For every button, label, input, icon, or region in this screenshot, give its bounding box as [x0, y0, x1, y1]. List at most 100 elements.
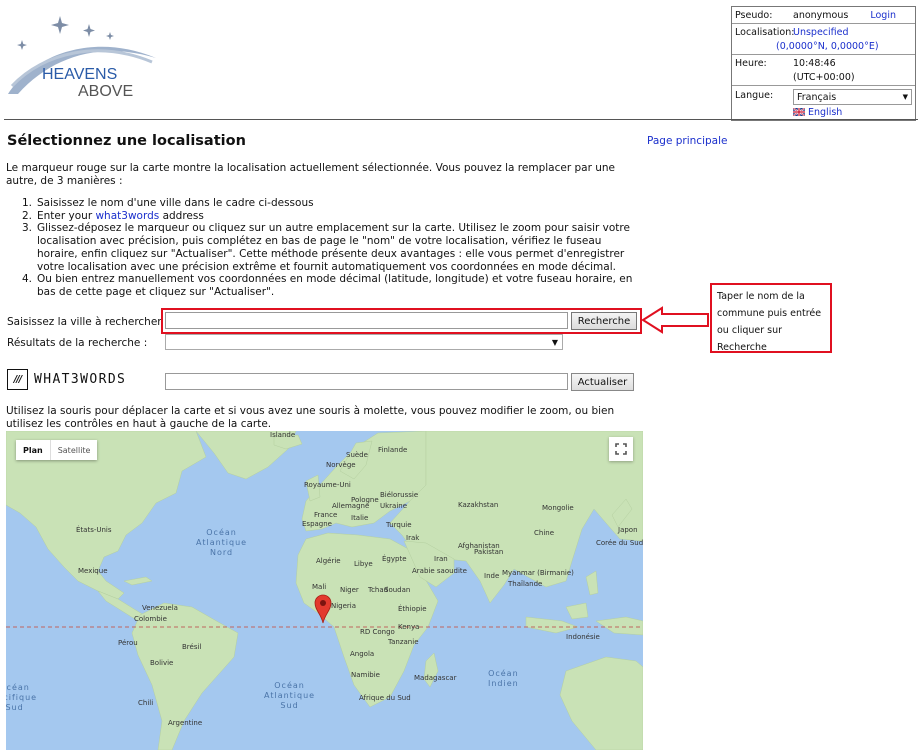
what3words-logo: /// WHAT3WORDS	[7, 369, 126, 390]
map-place-label: France	[314, 511, 338, 519]
pseudo-label: Pseudo:	[735, 10, 773, 21]
what3words-wordmark: WHAT3WORDS	[34, 372, 127, 387]
intro-text: Le marqueur rouge sur la carte montre la…	[6, 162, 616, 187]
map-place-label: Pakistan	[474, 548, 504, 556]
language-label: Langue:	[735, 90, 774, 101]
map-place-label: Chine	[534, 529, 555, 537]
map-place-label: Chili	[138, 699, 154, 707]
update-button[interactable]: Actualiser	[571, 373, 634, 391]
user-info-panel: Pseudo: anonymous Login Localisation: Un…	[731, 6, 916, 121]
heavens-above-logo[interactable]: HEAVENS ABOVE	[4, 14, 164, 104]
methods-list: 1. Saisissez le nom d'une ville dans le …	[22, 197, 644, 299]
map-place-label: Madagascar	[414, 674, 457, 682]
time-label: Heure:	[735, 58, 767, 69]
map-place-label: États-Unis	[76, 526, 112, 534]
map-place-label: Norvège	[326, 461, 356, 469]
home-page-link[interactable]: Page principale	[647, 135, 727, 147]
time-value: 10:48:46	[793, 58, 836, 69]
map-place-label: Nigeria	[331, 602, 357, 610]
map-place-label: Inde	[484, 572, 500, 580]
fullscreen-icon	[615, 443, 627, 455]
map-place-label: Mali	[312, 583, 327, 591]
map-place-label: Niger	[340, 586, 359, 594]
map-place-label: Égypte	[382, 555, 407, 563]
search-results-select[interactable]: ▼	[165, 334, 563, 350]
language-select[interactable]: Français ▼	[793, 89, 912, 105]
map-place-label: Afrique du Sud	[359, 694, 411, 702]
map-place-label: Allemagne	[332, 502, 370, 510]
map-place-label: Biélorussie	[380, 491, 419, 499]
world-map[interactable]: Océan Atlantique Nord Océan Atlantique S…	[6, 431, 643, 750]
map-place-label: Royaume-Uni	[304, 481, 351, 489]
map-place-label: Turquie	[386, 521, 412, 529]
map-place-label: Pérou	[118, 639, 138, 647]
header-divider	[4, 119, 918, 120]
map-place-label: Angola	[350, 650, 375, 658]
map-place-label: Venezuela	[142, 604, 178, 612]
map-place-label: Irak	[406, 534, 420, 542]
map-place-label: Soudan	[384, 586, 411, 594]
page-title: Sélectionnez une localisation	[7, 133, 246, 149]
search-button[interactable]: Recherche	[571, 312, 637, 330]
map-place-label: Mexique	[78, 567, 108, 575]
map-place-label: Colombie	[134, 615, 167, 623]
logo-graphic: HEAVENS ABOVE	[8, 16, 156, 100]
dropdown-arrow-icon: ▼	[551, 337, 558, 347]
callout-arrow-icon	[641, 306, 709, 334]
map-place-label: Iran	[434, 555, 448, 563]
map-place-label: Myanmar (Birmanie)	[502, 569, 574, 577]
what3words-slashes-icon: ///	[7, 369, 28, 390]
map-place-label: RD Congo	[360, 628, 395, 636]
english-language-link[interactable]: English	[793, 106, 842, 119]
star-icon	[106, 32, 114, 40]
help-callout: Taper le nom de la commune puis entrée o…	[710, 283, 832, 353]
map-place-label: Bolivie	[150, 659, 174, 667]
map-place-label: Kazakhstan	[458, 501, 499, 509]
timezone-value: (UTC+00:00)	[793, 72, 855, 83]
language-selected: Français	[797, 91, 837, 103]
map-place-label: Libye	[354, 560, 373, 568]
map-place-label: Algérie	[316, 557, 341, 565]
map-place-label: Arabie saoudite	[412, 567, 467, 575]
ocean-label: Océan Pacifique Sud	[6, 683, 38, 712]
map-place-label: Namibie	[351, 671, 380, 679]
map-place-label: Brésil	[182, 643, 202, 651]
svg-text:HEAVENS: HEAVENS	[42, 66, 117, 83]
pseudo-value: anonymous	[793, 10, 849, 21]
svg-text:ABOVE: ABOVE	[78, 83, 133, 100]
map-place-label: Italie	[351, 514, 369, 522]
map-place-label: Thaïlande	[508, 580, 543, 588]
map-place-label: Finlande	[378, 446, 408, 454]
map-place-label: Espagne	[302, 520, 332, 528]
map-type-control: Plan Satellite	[16, 440, 98, 460]
star-icon	[17, 40, 27, 50]
list-item: 3. Glissez-déposez le marqueur ou clique…	[22, 222, 630, 273]
map-place-label: Japon	[618, 526, 638, 534]
city-search-input[interactable]	[165, 312, 568, 329]
fullscreen-button[interactable]	[609, 437, 633, 461]
english-link-label: English	[808, 107, 843, 118]
map-type-satellite-button[interactable]: Satellite	[49, 440, 98, 460]
star-icon	[51, 16, 69, 34]
login-link[interactable]: Login	[870, 9, 896, 22]
location-label: Localisation:	[735, 27, 795, 38]
map-place-label: Tanzanie	[388, 638, 419, 646]
star-icon	[83, 24, 95, 37]
search-label: Saisissez la ville à rechercher :	[7, 316, 169, 328]
ocean-label: Océan Indien	[488, 669, 519, 688]
location-link[interactable]: Unspecified	[793, 26, 912, 39]
uk-flag-icon	[793, 108, 805, 116]
map-place-label: Islande	[270, 431, 296, 439]
map-type-plan-button[interactable]: Plan	[16, 440, 50, 460]
map-place-label: Suède	[346, 451, 368, 459]
location-marker-icon[interactable]	[314, 594, 332, 624]
map-place-label: Indonésie	[566, 633, 600, 641]
map-place-label: Ukraine	[380, 502, 408, 510]
ocean-label: Océan Atlantique Sud	[264, 681, 316, 710]
ocean-label: Océan Atlantique Nord	[196, 528, 248, 557]
what3words-link[interactable]: what3words	[95, 210, 159, 222]
list-item: 1. Saisissez le nom d'une ville dans le …	[22, 197, 314, 209]
list-item: 4. Ou bien entrez manuellement vos coord…	[22, 273, 633, 298]
what3words-input[interactable]	[165, 373, 568, 390]
location-coords-link[interactable]: (0,0000°N, 0,0000°E)	[776, 40, 879, 53]
